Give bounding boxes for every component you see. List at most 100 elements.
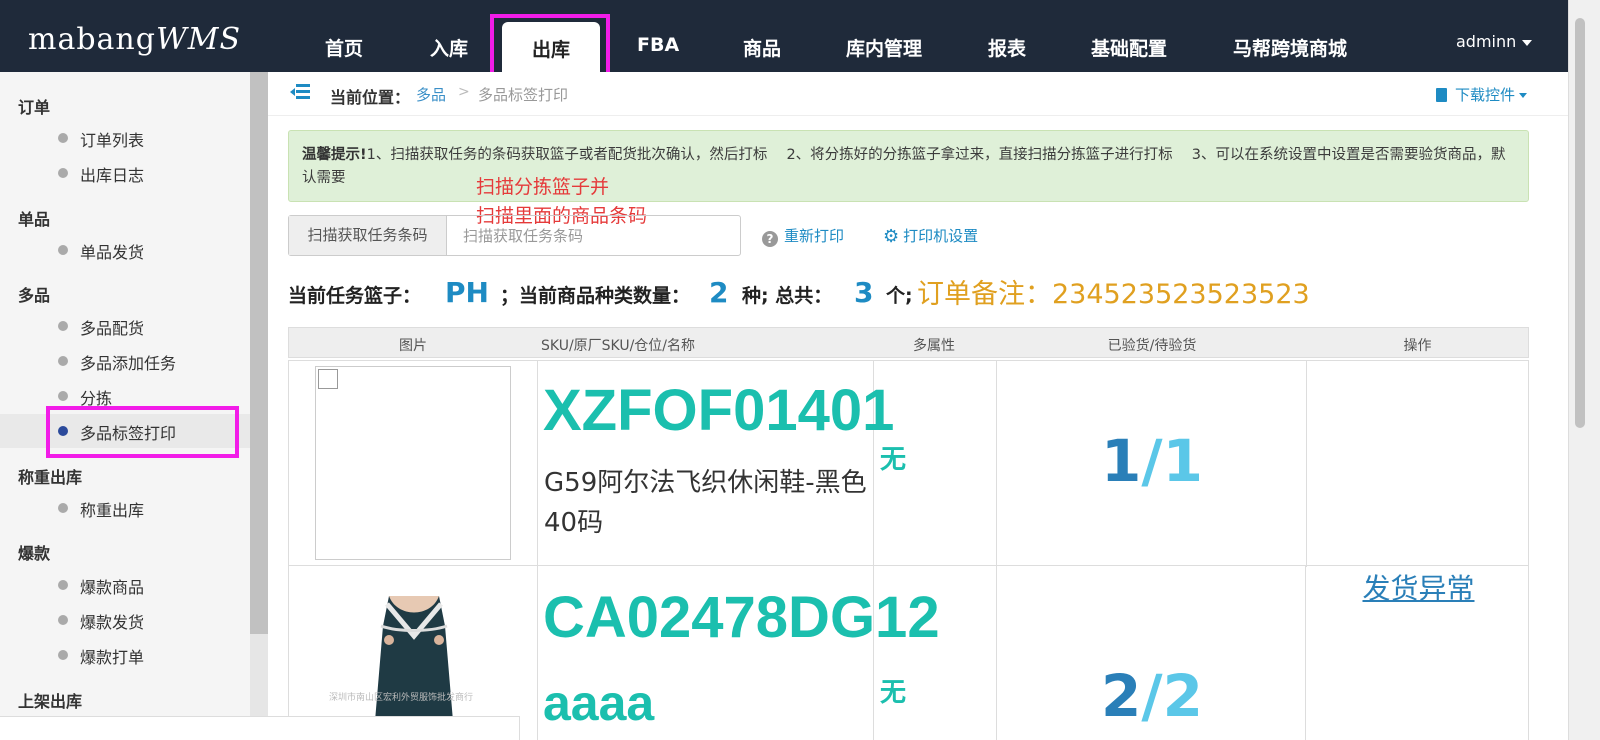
sidebar-item-multi-add-task[interactable]: 多品添加任务	[0, 344, 250, 378]
nav-inbound[interactable]: 入库	[430, 34, 468, 61]
header-checked: 已验货/待验货	[1107, 338, 1197, 354]
kinds-label: ；当前商品种类数量：	[500, 285, 691, 307]
bullet-icon	[58, 426, 68, 436]
nav-mall[interactable]: 马帮跨境商城	[1233, 34, 1347, 61]
sidebar-item-sorting[interactable]: 分拣	[0, 379, 250, 413]
total-value: 3	[854, 276, 874, 309]
download-plugin-button[interactable]: 下载控件	[1436, 84, 1528, 105]
top-bar: mabangWMS 首页 入库 出库 FBA 商品 库内管理 报表 基础配置 马…	[0, 0, 1568, 72]
user-menu[interactable]: adminn	[1456, 32, 1533, 51]
nav-reports[interactable]: 报表	[988, 34, 1026, 61]
row-checked-count: 2/2	[997, 662, 1307, 730]
sidebar-group-single[interactable]: 单品	[18, 206, 50, 230]
scan-input-addon: 扫描获取任务条码	[289, 216, 447, 255]
table-header: 图片 SKU/原厂SKU/仓位/名称 多属性 已验货/待验货 操作	[288, 327, 1529, 358]
app-logo[interactable]: mabangWMS	[28, 22, 241, 57]
page-scrollbar[interactable]	[1568, 0, 1600, 740]
user-name: adminn	[1456, 32, 1517, 51]
sidebar-item-order-list[interactable]: 订单列表	[0, 121, 250, 155]
row-checked-count: 1/1	[997, 427, 1307, 495]
sidebar-item-single-ship[interactable]: 单品发货	[0, 233, 250, 267]
chevron-down-icon	[1519, 93, 1528, 98]
sidebar: 订单 订单列表 出库日志 单品 单品发货 多品 多品配货 多品添加任务 分拣 多…	[0, 72, 250, 740]
scan-input-group: 扫描获取任务条码	[288, 215, 741, 256]
reprint-button[interactable]: ? 重新打印	[762, 225, 844, 247]
pending-value: /2	[1141, 662, 1203, 730]
header-attr: 多属性	[913, 338, 955, 354]
header-action: 操作	[1403, 338, 1432, 354]
bullet-icon	[58, 356, 68, 366]
sidebar-item-hot-ship[interactable]: 爆款发货	[0, 603, 250, 637]
header-image: 图片	[399, 338, 427, 354]
reprint-label: 重新打印	[784, 227, 845, 245]
gear-icon: ⚙	[883, 226, 900, 247]
breadcrumb-separator: >	[458, 84, 470, 100]
row-attr: 无	[880, 445, 907, 475]
sidebar-item-outbound-log[interactable]: 出库日志	[0, 156, 250, 190]
sidebar-item-label: 出库日志	[80, 166, 145, 185]
help-circle-icon: ?	[762, 231, 778, 247]
sidebar-group-orders[interactable]: 订单	[18, 94, 50, 118]
nav-home[interactable]: 首页	[325, 34, 363, 61]
nav-products[interactable]: 商品	[743, 34, 781, 61]
sidebar-item-label: 分拣	[80, 389, 113, 408]
sidebar-item-multi-allocate[interactable]: 多品配货	[0, 309, 250, 343]
bullet-icon	[58, 245, 68, 255]
download-label: 下载控件	[1455, 86, 1516, 104]
logo-suffix: WMS	[155, 22, 242, 57]
nav-config[interactable]: 基础配置	[1091, 34, 1167, 61]
total-unit: 个;	[886, 285, 913, 307]
breadcrumb-current: 多品标签打印	[478, 86, 569, 104]
sidebar-item-hot-print[interactable]: 爆款打单	[0, 638, 250, 672]
horizontal-scrollbar[interactable]	[0, 716, 520, 740]
sidebar-item-label: 爆款打单	[80, 648, 145, 667]
sidebar-item-label: 订单列表	[80, 131, 145, 150]
checked-value: 1	[1101, 427, 1142, 495]
menu-toggle-icon[interactable]	[290, 84, 310, 100]
sidebar-scrollbar[interactable]	[250, 72, 268, 740]
sidebar-item-label: 称重出库	[80, 501, 145, 520]
shipping-exception-link[interactable]: 发货异常	[1308, 567, 1529, 607]
image-watermark: 深圳市南山区宏利外贸服饰批发商行	[329, 693, 474, 703]
broken-image-icon	[318, 369, 338, 389]
bullet-icon	[58, 580, 68, 590]
scan-task-barcode-input[interactable]	[448, 216, 740, 255]
kinds-unit: 种; 总共：	[742, 285, 833, 307]
kinds-value: 2	[709, 276, 729, 309]
printer-settings-button[interactable]: ⚙ 打印机设置	[883, 225, 978, 247]
sidebar-group-multi[interactable]: 多品	[18, 282, 50, 306]
logo-text: mabang	[28, 22, 156, 57]
sidebar-item-weigh-outbound[interactable]: 称重出库	[0, 491, 250, 525]
tip-alert: 温馨提示!1、扫描获取任务的条码获取篮子或者配货批次确认，然后打标 2、将分拣好…	[288, 130, 1529, 202]
checked-value: 2	[1101, 662, 1142, 730]
bullet-icon	[58, 615, 68, 625]
row-attr: 无	[880, 678, 907, 708]
row-sku: XZFOF01401	[543, 378, 895, 443]
product-image-placeholder	[315, 366, 511, 560]
sidebar-item-label: 爆款发货	[80, 613, 145, 632]
chevron-down-icon	[1522, 39, 1533, 46]
row-product-name: G59阿尔法飞织休闲鞋-黑色40码	[544, 468, 867, 538]
sidebar-item-label: 多品配货	[80, 319, 145, 338]
sidebar-group-shelf[interactable]: 上架出库	[18, 688, 82, 712]
bullet-icon	[58, 321, 68, 331]
sidebar-group-hot[interactable]: 爆款	[18, 540, 50, 564]
sidebar-group-weigh[interactable]: 称重出库	[18, 464, 82, 488]
nav-outbound[interactable]: 出库	[502, 22, 600, 72]
sidebar-item-label: 单品发货	[80, 243, 145, 262]
sidebar-item-label: 多品添加任务	[80, 354, 177, 373]
nav-outbound-label: 出库	[531, 39, 570, 61]
sidebar-scrollbar-thumb[interactable]	[250, 72, 268, 634]
task-status: 当前任务篮子： PH ；当前商品种类数量： 2 种; 总共： 3 个; 订单备注…	[288, 272, 1548, 312]
sidebar-item-label: 爆款商品	[80, 578, 145, 597]
row-sku: CA02478DG12	[543, 585, 940, 650]
nav-warehouse[interactable]: 库内管理	[846, 34, 922, 61]
bullet-icon	[58, 503, 68, 513]
sidebar-item-multi-label-print[interactable]: 多品标签打印	[0, 414, 250, 448]
bullet-icon	[58, 168, 68, 178]
breadcrumb-link-multi[interactable]: 多品	[416, 84, 446, 105]
sidebar-item-hot-products[interactable]: 爆款商品	[0, 568, 250, 602]
page-scrollbar-thumb[interactable]	[1575, 18, 1585, 428]
bullet-icon	[58, 133, 68, 143]
nav-fba[interactable]: FBA	[637, 34, 679, 56]
